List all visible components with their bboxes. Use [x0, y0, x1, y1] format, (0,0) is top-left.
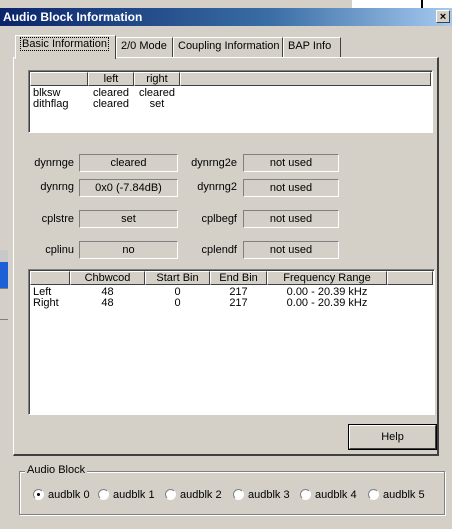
flag-left-value: cleared: [92, 98, 130, 110]
radio-audblk-1[interactable]: audblk 1: [98, 489, 155, 503]
window-title: Audio Block Information: [3, 10, 143, 24]
radio-unselected-icon[interactable]: [300, 489, 311, 500]
radio-label: audblk 0: [48, 489, 90, 501]
tab-basic-information[interactable]: Basic Information: [15, 35, 116, 59]
channel-table-header-chbwcod[interactable]: Chbwcod: [70, 271, 145, 285]
tab-coupling-information[interactable]: Coupling Information: [173, 37, 283, 57]
radio-label: audblk 2: [180, 489, 222, 501]
dynrng2e-value: not used: [243, 154, 339, 172]
dynrng-value: 0x0 (-7.84dB): [79, 179, 178, 197]
channel-table[interactable]: Chbwcod Start Bin End Bin Frequency Rang…: [28, 269, 435, 415]
cplinu-value: no: [79, 241, 178, 259]
tab-label: Basic Information: [20, 37, 109, 51]
flag-right-value: set: [149, 98, 165, 110]
radio-label: audblk 3: [248, 489, 290, 501]
radio-audblk-3[interactable]: audblk 3: [233, 489, 290, 503]
close-button[interactable]: ×: [436, 10, 450, 23]
tab-label: BAP Info: [288, 40, 332, 52]
help-button[interactable]: Help: [349, 425, 436, 449]
frequency-range-value: 0.00 - 20.39 kHz: [286, 297, 368, 309]
radio-audblk-0[interactable]: audblk 0: [33, 489, 90, 503]
audio-block-group-title: Audio Block: [25, 464, 88, 476]
radio-audblk-4[interactable]: audblk 4: [300, 489, 357, 503]
radio-audblk-5[interactable]: audblk 5: [368, 489, 425, 503]
dynrnge-label: dynrnge: [34, 157, 74, 169]
radio-label: audblk 1: [113, 489, 155, 501]
end-bin-value: 217: [229, 297, 248, 309]
title-bar: Audio Block Information ×: [0, 8, 452, 26]
radio-audblk-2[interactable]: audblk 2: [165, 489, 222, 503]
cplbegf-value: not used: [243, 210, 339, 228]
tab-2-0-mode[interactable]: 2/0 Mode: [116, 37, 173, 57]
dynrng2-value: not used: [243, 179, 339, 197]
channel-table-header-start-bin[interactable]: Start Bin: [145, 271, 210, 285]
flags-table-header-left[interactable]: left: [88, 72, 134, 86]
channel-table-header-frequency-range[interactable]: Frequency Range: [267, 271, 387, 285]
tab-bap-info[interactable]: BAP Info: [283, 37, 341, 57]
chbwcod-value: 48: [101, 297, 114, 309]
radio-unselected-icon[interactable]: [368, 489, 379, 500]
background-divider: [421, 0, 423, 8]
cplendf-label: cplendf: [201, 244, 237, 256]
channel-name: Right: [33, 297, 59, 309]
flags-table-header-name[interactable]: [30, 72, 88, 86]
background-window-fragment: [0, 288, 8, 320]
close-icon: ×: [439, 11, 447, 23]
dynrng2e-label: dynrng2e: [191, 157, 237, 169]
cplinu-label: cplinu: [45, 244, 74, 256]
cplbegf-label: cplbegf: [201, 213, 237, 225]
dynrng-label: dynrng: [40, 181, 74, 193]
flags-table-header-filler: [180, 72, 431, 86]
radio-unselected-icon[interactable]: [98, 489, 109, 500]
dynrng2-label: dynrng2: [197, 181, 237, 193]
radio-selected-icon[interactable]: [33, 489, 44, 500]
cplendf-value: not used: [243, 241, 339, 259]
flags-table[interactable]: left right blksw cleared cleared dithfla…: [28, 70, 433, 133]
background-window-fragment: [352, 0, 452, 8]
cplstre-label: cplstre: [41, 213, 74, 225]
radio-unselected-icon[interactable]: [233, 489, 244, 500]
cplstre-value: set: [79, 210, 178, 228]
flags-table-header-right[interactable]: right: [134, 72, 180, 86]
channel-table-header-end-bin[interactable]: End Bin: [210, 271, 267, 285]
tab-label: 2/0 Mode: [121, 40, 167, 52]
start-bin-value: 0: [174, 297, 181, 309]
radio-label: audblk 5: [383, 489, 425, 501]
channel-table-header-filler: [387, 271, 433, 285]
dynrnge-value: cleared: [79, 154, 178, 172]
radio-unselected-icon[interactable]: [165, 489, 176, 500]
radio-label: audblk 4: [315, 489, 357, 501]
flag-name: dithflag: [33, 98, 69, 110]
background-selection-fragment: [0, 262, 8, 288]
channel-table-header-channel[interactable]: [30, 271, 70, 285]
tab-label: Coupling Information: [178, 40, 280, 52]
